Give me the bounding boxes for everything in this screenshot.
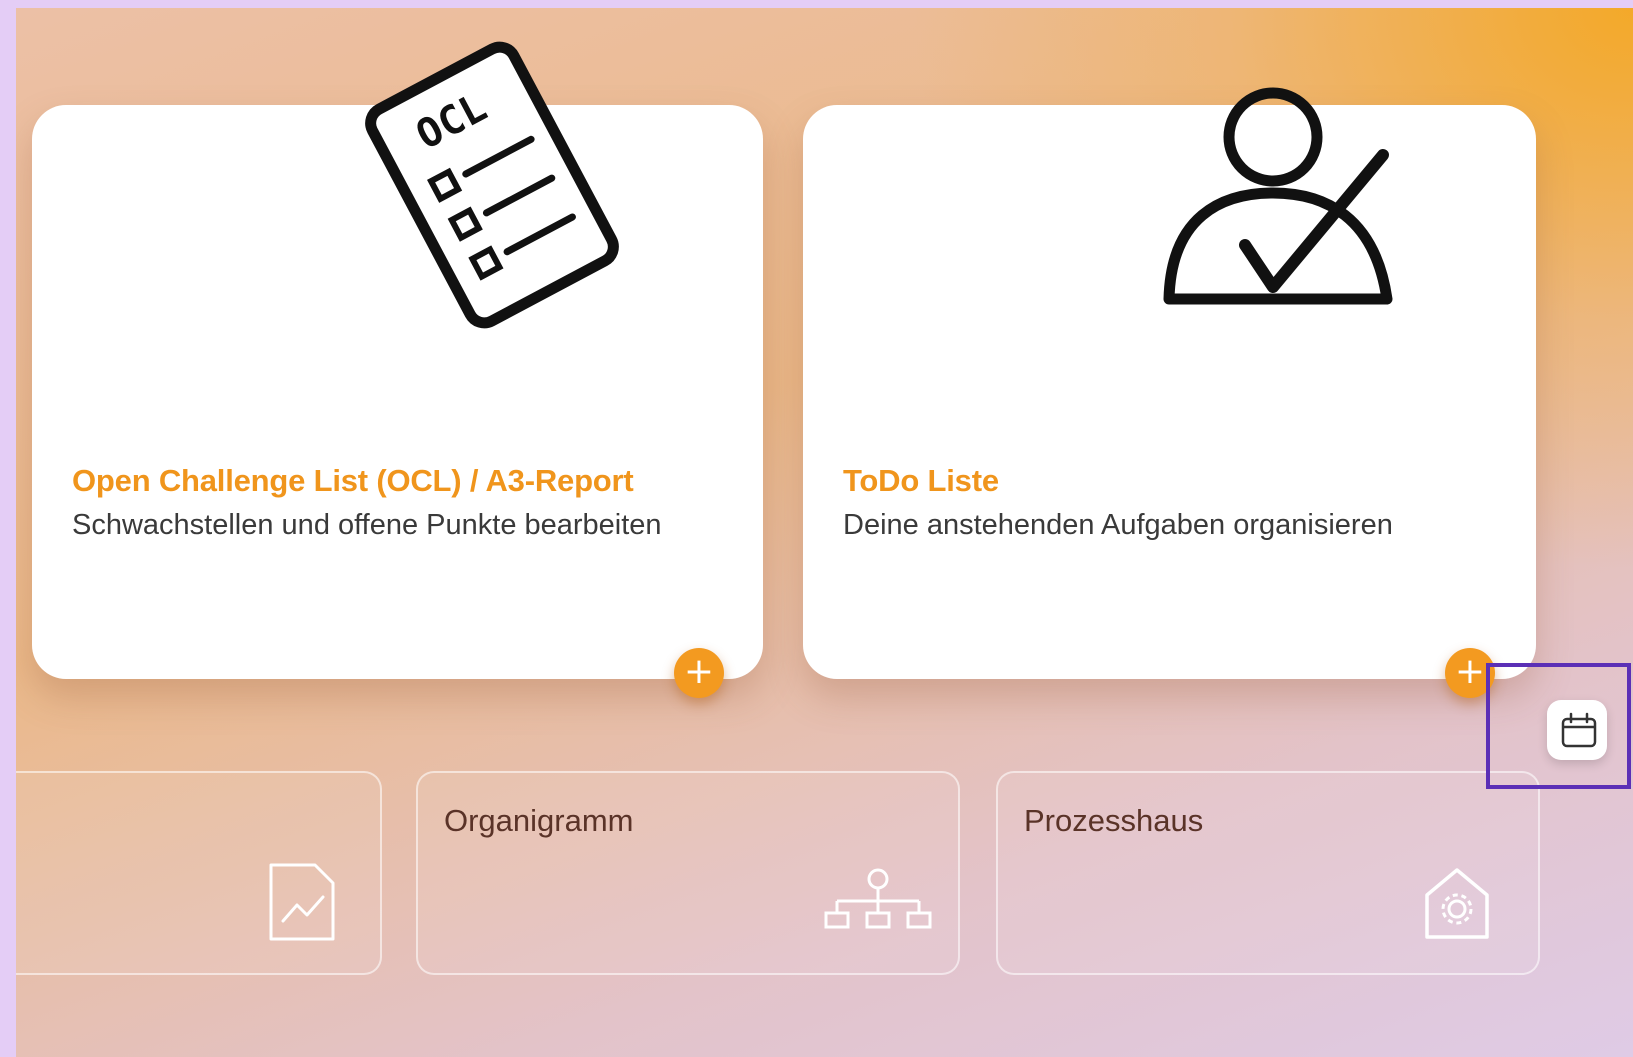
org-chart-icon [824,868,932,929]
tile-organigramm-label: Organigramm [444,803,634,838]
tile-prozesshaus[interactable]: Prozesshaus [996,771,1540,975]
tile-reports[interactable] [16,771,382,975]
todo-card[interactable]: ToDo Liste Deine anstehenden Aufgaben or… [803,87,1536,679]
highlight-frame [1486,663,1631,789]
checklist-illustration-icon: OCL [365,41,619,329]
todo-card-description: Deine anstehenden Aufgaben organisieren [843,509,1393,541]
ocl-add-button[interactable]: + [674,648,724,698]
ocl-card-description: Schwachstellen und offene Punkte bearbei… [72,509,662,541]
tile-prozesshaus-label: Prozesshaus [1024,803,1204,838]
todo-card-title: ToDo Liste [843,463,999,498]
dashboard-canvas: OCL Open Challenge List (OCL) / A3-Repor… [16,8,1633,1057]
chart-document-icon [269,863,335,941]
process-house-icon [1425,868,1489,939]
tile-organigramm[interactable]: Organigramm [416,771,960,975]
person-check-illustration-icon [1163,87,1393,305]
ocl-card-title: Open Challenge List (OCL) / A3-Report [72,463,634,498]
ocl-card[interactable]: OCL Open Challenge List (OCL) / A3-Repor… [32,41,763,679]
